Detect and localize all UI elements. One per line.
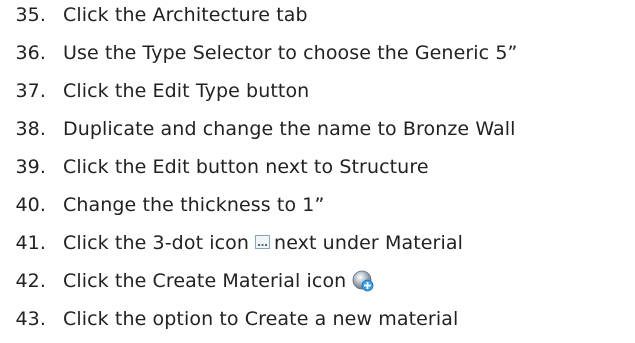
step-number: 41. (15, 232, 46, 254)
step-number: 35. (15, 4, 46, 26)
step-number: 37. (15, 80, 46, 102)
step-number: 42. (15, 270, 46, 292)
step-42: 42. Click the Create Material icon (0, 262, 635, 300)
step-text: Click the Architecture tab (63, 4, 308, 26)
instruction-list: 35. Click the Architecture tab 36. Use t… (0, 0, 635, 342)
create-material-icon (352, 267, 374, 292)
step-text: Click the option to Create a new materia… (63, 308, 459, 330)
step-text-row: Click the 3-dot icon next under Material (63, 224, 463, 262)
step-number: 43. (15, 308, 46, 330)
step-43: 43. Click the option to Create a new mat… (0, 300, 635, 338)
step-text: Click the Create Material icon (63, 270, 347, 292)
step-41: 41. Click the 3-dot icon next under Mate… (0, 224, 635, 262)
step-text-row: Click the Create Material icon (63, 262, 374, 300)
step-number: 40. (15, 194, 46, 216)
step-text: Click the Edit Type button (63, 80, 310, 102)
step-number: 38. (15, 118, 46, 140)
step-37: 37. Click the Edit Type button (0, 72, 635, 110)
step-36: 36. Use the Type Selector to choose the … (0, 34, 635, 72)
step-35: 35. Click the Architecture tab (0, 0, 635, 34)
step-number: 36. (15, 42, 46, 64)
step-text: Change the thickness to 1” (63, 194, 325, 216)
step-40: 40. Change the thickness to 1” (0, 186, 635, 224)
step-text: Duplicate and change the name to Bronze … (63, 118, 516, 140)
step-text: Click the Edit button next to Structure (63, 156, 429, 178)
step-38: 38. Duplicate and change the name to Bro… (0, 110, 635, 148)
step-text-after: next under Material (274, 232, 463, 254)
step-39: 39. Click the Edit button next to Struct… (0, 148, 635, 186)
step-text: Use the Type Selector to choose the Gene… (63, 42, 518, 64)
step-number: 39. (15, 156, 46, 178)
step-text-before: Click the 3-dot icon (63, 232, 250, 254)
three-dot-icon (255, 235, 271, 249)
